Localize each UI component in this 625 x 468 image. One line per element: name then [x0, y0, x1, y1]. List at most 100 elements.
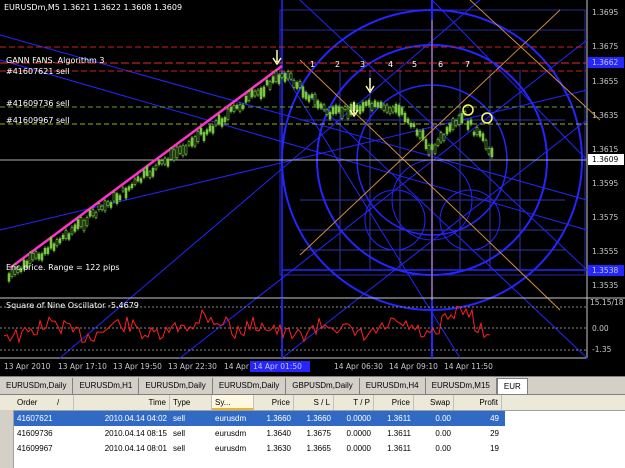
candle-body [379, 101, 383, 109]
candle-body [487, 148, 491, 155]
order-sl: 1.3665 [306, 444, 331, 453]
candle-body [154, 165, 158, 170]
chart-tab[interactable]: EURUSDm,Daily [139, 378, 213, 394]
candle-body [40, 253, 44, 261]
col-tp[interactable]: T / P [334, 395, 374, 410]
candle-body [304, 92, 308, 100]
fan-number-labels: 1 2 3 4 5 6 7 [310, 60, 470, 69]
candle-body [52, 243, 56, 251]
candle-body [181, 145, 185, 157]
order-swap: 0.00 [435, 429, 451, 438]
candle-body [445, 127, 449, 135]
candle-body [100, 205, 104, 211]
candle-body [475, 126, 479, 136]
candle-body [397, 105, 401, 116]
price-tick: 1.3635 [592, 111, 618, 120]
col-current-price[interactable]: Price [374, 395, 414, 410]
chart-tab[interactable]: EURUSDm,Daily [0, 378, 74, 394]
candle-body [370, 102, 374, 111]
fan-number-6: 6 [438, 60, 443, 69]
price-tick: 1.3615 [592, 145, 618, 154]
table-row[interactable]: 41609967 2010.04.14 08:01 sell eurusdm 1… [0, 441, 505, 459]
candle-body [358, 105, 362, 115]
order-label-1: #41607621 sell [6, 67, 70, 76]
candle-body [76, 219, 80, 229]
candle-body [382, 104, 386, 111]
candle-body [268, 81, 272, 90]
candle-body [232, 104, 236, 112]
price-box-3-text: 1.3538 [592, 266, 618, 275]
col-time[interactable]: Time [74, 395, 170, 410]
indicator-name: GANN FANS. Algorithm 3 [6, 56, 104, 65]
chart-header: EURUSDm,M5 1.3621 1.3622 1.3608 1.3609 [4, 3, 182, 12]
candle-body [472, 131, 476, 136]
candle-body [235, 104, 239, 109]
candle-body [412, 123, 416, 127]
candle-body [133, 178, 137, 185]
order-profit: 49 [490, 414, 499, 423]
candle-body [106, 201, 110, 207]
chart-tab[interactable]: EURUSDm,Daily [213, 378, 287, 394]
order-sl: 1.3660 [306, 414, 331, 423]
candle-body [433, 144, 437, 154]
candle-body [88, 210, 92, 217]
candle-body [403, 112, 407, 123]
fan-number-2: 2 [335, 60, 340, 69]
price-chart[interactable]: EURUSDm,M5 1.3621 1.3622 1.3608 1.3609 G… [0, 0, 625, 376]
candle-body [442, 134, 446, 141]
candle-body [118, 195, 122, 201]
order-current: 1.3611 [387, 429, 411, 438]
candle-body [391, 106, 395, 113]
candle-body [376, 102, 380, 108]
candle-body [226, 108, 230, 120]
price-tick: 1.3535 [592, 281, 618, 290]
chart-tab[interactable]: GBPUSDm,Daily [286, 378, 360, 394]
candle-body [409, 122, 413, 128]
candle-body [124, 188, 128, 199]
table-row[interactable]: 41607621 2010.04.14 04:02 sell eurusdm 1… [0, 411, 505, 429]
fan-number-1: 1 [310, 60, 315, 69]
candle-body [448, 123, 452, 132]
candle-body [130, 183, 134, 189]
candle-body [37, 253, 41, 260]
time-tick: 14 Apr 09:10 [389, 362, 438, 371]
col-price[interactable]: Price [254, 395, 294, 410]
order-symbol: eurusdm [215, 429, 247, 438]
order-price: 1.3660 [266, 414, 291, 423]
candle-body [121, 187, 125, 192]
candle-body [7, 273, 11, 282]
order-time: 2010.04.14 08:15 [104, 429, 167, 438]
chart-tab[interactable]: EURUSDm,H1 [73, 378, 140, 394]
chart-tab[interactable]: EURUSDm,H4 [360, 378, 426, 394]
candle-body [286, 71, 290, 80]
candle-body [145, 166, 149, 176]
col-profit[interactable]: Profit [454, 395, 502, 410]
candle-body [58, 238, 62, 244]
chart-tab-active[interactable]: EUR [496, 378, 528, 395]
candle-body [466, 120, 470, 130]
candle-body [298, 81, 302, 88]
chart-tab[interactable]: EURUSDm,M15 [426, 378, 497, 394]
candle-body [451, 118, 455, 130]
table-row[interactable]: 41609736 2010.04.14 08:15 sell eurusdm 1… [0, 426, 505, 444]
candle-body [343, 106, 347, 110]
candle-body [316, 100, 320, 109]
terminal-side-bar [0, 410, 14, 468]
candle-body [148, 171, 152, 178]
order-type: sell [173, 429, 186, 438]
col-type[interactable]: Type [170, 395, 212, 410]
candle-body [319, 103, 323, 109]
candle-body [415, 129, 419, 136]
order-type: sell [173, 414, 186, 423]
col-symbol[interactable]: Sy... [212, 395, 254, 410]
price-tick: 1.3575 [592, 213, 618, 222]
candle-body [73, 224, 77, 232]
candle-body [229, 106, 233, 112]
col-swap[interactable]: Swap [414, 395, 454, 410]
col-sl[interactable]: S / L [294, 395, 334, 410]
candle-body [406, 118, 410, 124]
order-symbol: eurusdm [215, 414, 247, 423]
order-price: 1.3640 [266, 429, 291, 438]
order-swap: 0.00 [435, 414, 451, 423]
candle-body [211, 125, 215, 134]
